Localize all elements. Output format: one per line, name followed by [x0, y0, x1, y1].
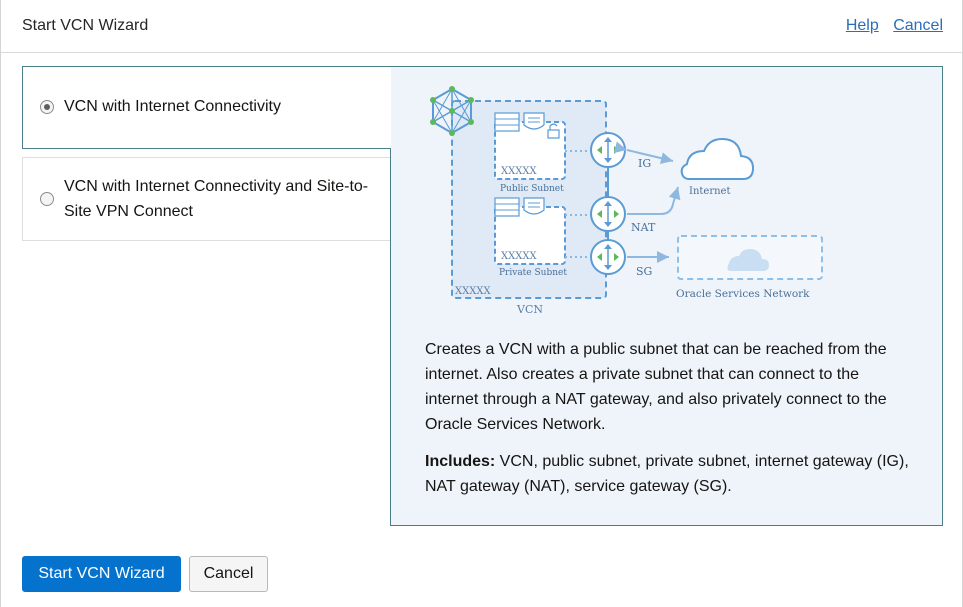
- public-subnet-label: Public Subnet: [500, 184, 564, 194]
- vcn-wizard-dialog: Start VCN Wizard Help Cancel VCN with In…: [0, 0, 963, 607]
- includes-text: Includes: VCN, public subnet, private su…: [425, 449, 925, 499]
- vcn-architecture-diagram: XXXXX VCN XXXXX Public Subnet XXXXX Priv…: [430, 86, 823, 316]
- internet-gateway-icon: [590, 132, 626, 168]
- option-detail-panel: XXXXX VCN XXXXX Public Subnet XXXXX Priv…: [390, 66, 943, 526]
- help-link[interactable]: Help: [846, 17, 879, 34]
- option-description: Creates a VCN with a public subnet that …: [425, 341, 887, 433]
- nat-gateway-icon: [590, 196, 626, 232]
- dialog-header: Start VCN Wizard Help Cancel: [1, 0, 962, 53]
- sg-label: SG: [636, 265, 652, 278]
- nat-label: NAT: [631, 221, 656, 234]
- server-icon: [494, 112, 520, 132]
- security-list-icon: [523, 112, 545, 130]
- start-vcn-wizard-button[interactable]: Start VCN Wizard: [22, 556, 181, 592]
- oracle-services-network-label: Oracle Services Network: [676, 288, 810, 300]
- internet-label: Internet: [689, 186, 730, 197]
- public-subnet-cidr: XXXXX: [501, 166, 537, 177]
- option-internet-connectivity[interactable]: VCN with Internet Connectivity: [22, 66, 391, 149]
- private-subnet-cidr: XXXXX: [501, 251, 537, 262]
- option-label: VCN with Internet Connectivity and Site-…: [64, 178, 369, 220]
- security-list-icon: [523, 197, 545, 215]
- service-gateway-icon: [590, 239, 626, 275]
- radio-internet-connectivity[interactable]: [40, 100, 54, 114]
- ig-label: IG: [638, 157, 651, 170]
- radio-internet-and-vpn[interactable]: [40, 192, 54, 206]
- includes-label: Includes:: [425, 453, 496, 470]
- cancel-link[interactable]: Cancel: [893, 17, 943, 34]
- option-label: VCN with Internet Connectivity: [64, 98, 281, 115]
- vcn-cidr-text: XXXXX: [455, 286, 491, 297]
- vcn-label-text: VCN: [516, 303, 543, 316]
- header-links: Help Cancel: [836, 17, 943, 35]
- dialog-title: Start VCN Wizard: [22, 17, 149, 34]
- cancel-button[interactable]: Cancel: [189, 556, 268, 592]
- server-icon: [494, 197, 520, 217]
- internet-cloud-icon: [680, 137, 755, 180]
- option-internet-and-vpn[interactable]: VCN with Internet Connectivity and Site-…: [22, 157, 391, 241]
- includes-list: VCN, public subnet, private subnet, inte…: [425, 453, 909, 495]
- private-subnet-label: Private Subnet: [499, 268, 567, 278]
